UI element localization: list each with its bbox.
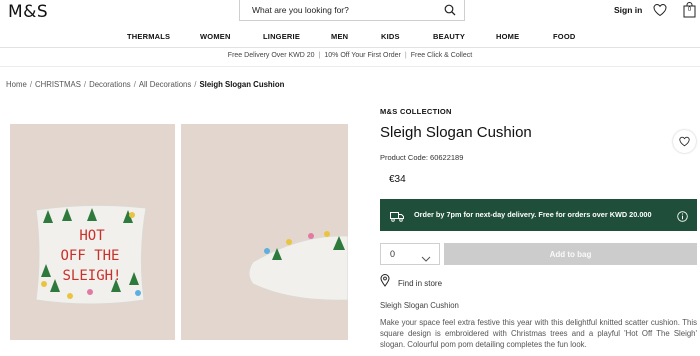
product-collection: M&S COLLECTION: [380, 107, 452, 116]
delivery-banner: Order by 7pm for next-day delivery. Free…: [380, 199, 697, 231]
promo-free-delivery[interactable]: Free Delivery Over KWD 20: [228, 52, 315, 59]
nav-item-men[interactable]: MEN: [331, 32, 348, 41]
breadcrumb-all-decorations[interactable]: All Decorations: [139, 80, 191, 89]
product-description: Make your space feel extra festive this …: [380, 318, 697, 349]
breadcrumb: Home / CHRISTMAS / Decorations / All Decoratio…: [6, 80, 284, 89]
promo-separator: |: [404, 52, 407, 59]
find-in-store-link[interactable]: Find in store: [380, 274, 442, 292]
nav-item-thermals[interactable]: THERMALS: [127, 32, 170, 41]
add-to-wishlist-button[interactable]: [673, 130, 696, 153]
product-image-side[interactable]: [181, 124, 348, 340]
add-to-bag-button[interactable]: Add to bag: [444, 243, 697, 265]
quantity-select[interactable]: 0: [380, 243, 440, 265]
breadcrumb-christmas[interactable]: CHRISTMAS: [35, 80, 81, 89]
breadcrumb-separator: /: [133, 80, 136, 89]
search-bar[interactable]: What are you looking for?: [239, 0, 465, 21]
nav-item-food[interactable]: FOOD: [553, 32, 575, 41]
main-nav: THERMALS WOMEN LINGERIE MEN KIDS BEAUTY …: [0, 31, 700, 47]
description-title: Sleigh Slogan Cushion: [380, 301, 459, 310]
sign-in-link[interactable]: Sign in: [614, 5, 642, 15]
product-image-front[interactable]: HOT OFF THE SLEIGH!: [10, 124, 175, 340]
breadcrumb-separator: /: [29, 80, 32, 89]
location-pin-icon: [380, 274, 390, 292]
promo-first-order[interactable]: 10% Off Your First Order: [324, 52, 401, 59]
search-icon[interactable]: [436, 0, 464, 21]
breadcrumb-current: Sleigh Slogan Cushion: [199, 80, 285, 89]
product-title: Sleigh Slogan Cushion: [380, 124, 532, 141]
shopping-bag-icon[interactable]: 0: [683, 2, 696, 18]
find-in-store-label: Find in store: [398, 278, 443, 288]
quantity-value: 0: [390, 249, 396, 259]
nav-item-beauty[interactable]: BEAUTY: [433, 32, 465, 41]
promo-click-collect[interactable]: Free Click & Collect: [411, 52, 472, 59]
chevron-down-icon: [421, 250, 431, 268]
breadcrumb-separator: /: [194, 80, 197, 89]
info-icon[interactable]: [677, 209, 688, 227]
breadcrumb-decorations[interactable]: Decorations: [89, 80, 131, 89]
delivery-message: Order by 7pm for next-day delivery. Free…: [414, 210, 652, 219]
heart-icon: [679, 136, 690, 147]
cushion-slogan-line3: SLEIGH!: [62, 268, 121, 284]
wishlist-heart-icon[interactable]: [653, 3, 667, 17]
nav-item-home[interactable]: HOME: [496, 32, 519, 41]
product-price: €34: [389, 174, 406, 185]
breadcrumb-home[interactable]: Home: [6, 80, 27, 89]
nav-item-kids[interactable]: KIDS: [381, 32, 400, 41]
nav-item-lingerie[interactable]: LINGERIE: [263, 32, 300, 41]
search-input[interactable]: What are you looking for?: [240, 5, 436, 15]
cushion-slogan-line2: OFF THE: [60, 248, 119, 264]
breadcrumb-separator: /: [83, 80, 87, 89]
nav-item-women[interactable]: WOMEN: [200, 32, 231, 41]
brand-logo[interactable]: M&S: [8, 2, 48, 22]
bag-count: 0: [687, 7, 692, 13]
promo-strip: Free Delivery Over KWD 20 | 10% Off Your F…: [0, 52, 700, 59]
cushion-slogan-line1: HOT: [79, 228, 105, 244]
promo-separator: |: [318, 52, 321, 59]
promo-divider: [0, 66, 700, 67]
truck-icon: [390, 209, 404, 227]
product-code: Product Code: 60622189: [380, 153, 464, 162]
nav-divider: [0, 47, 700, 48]
